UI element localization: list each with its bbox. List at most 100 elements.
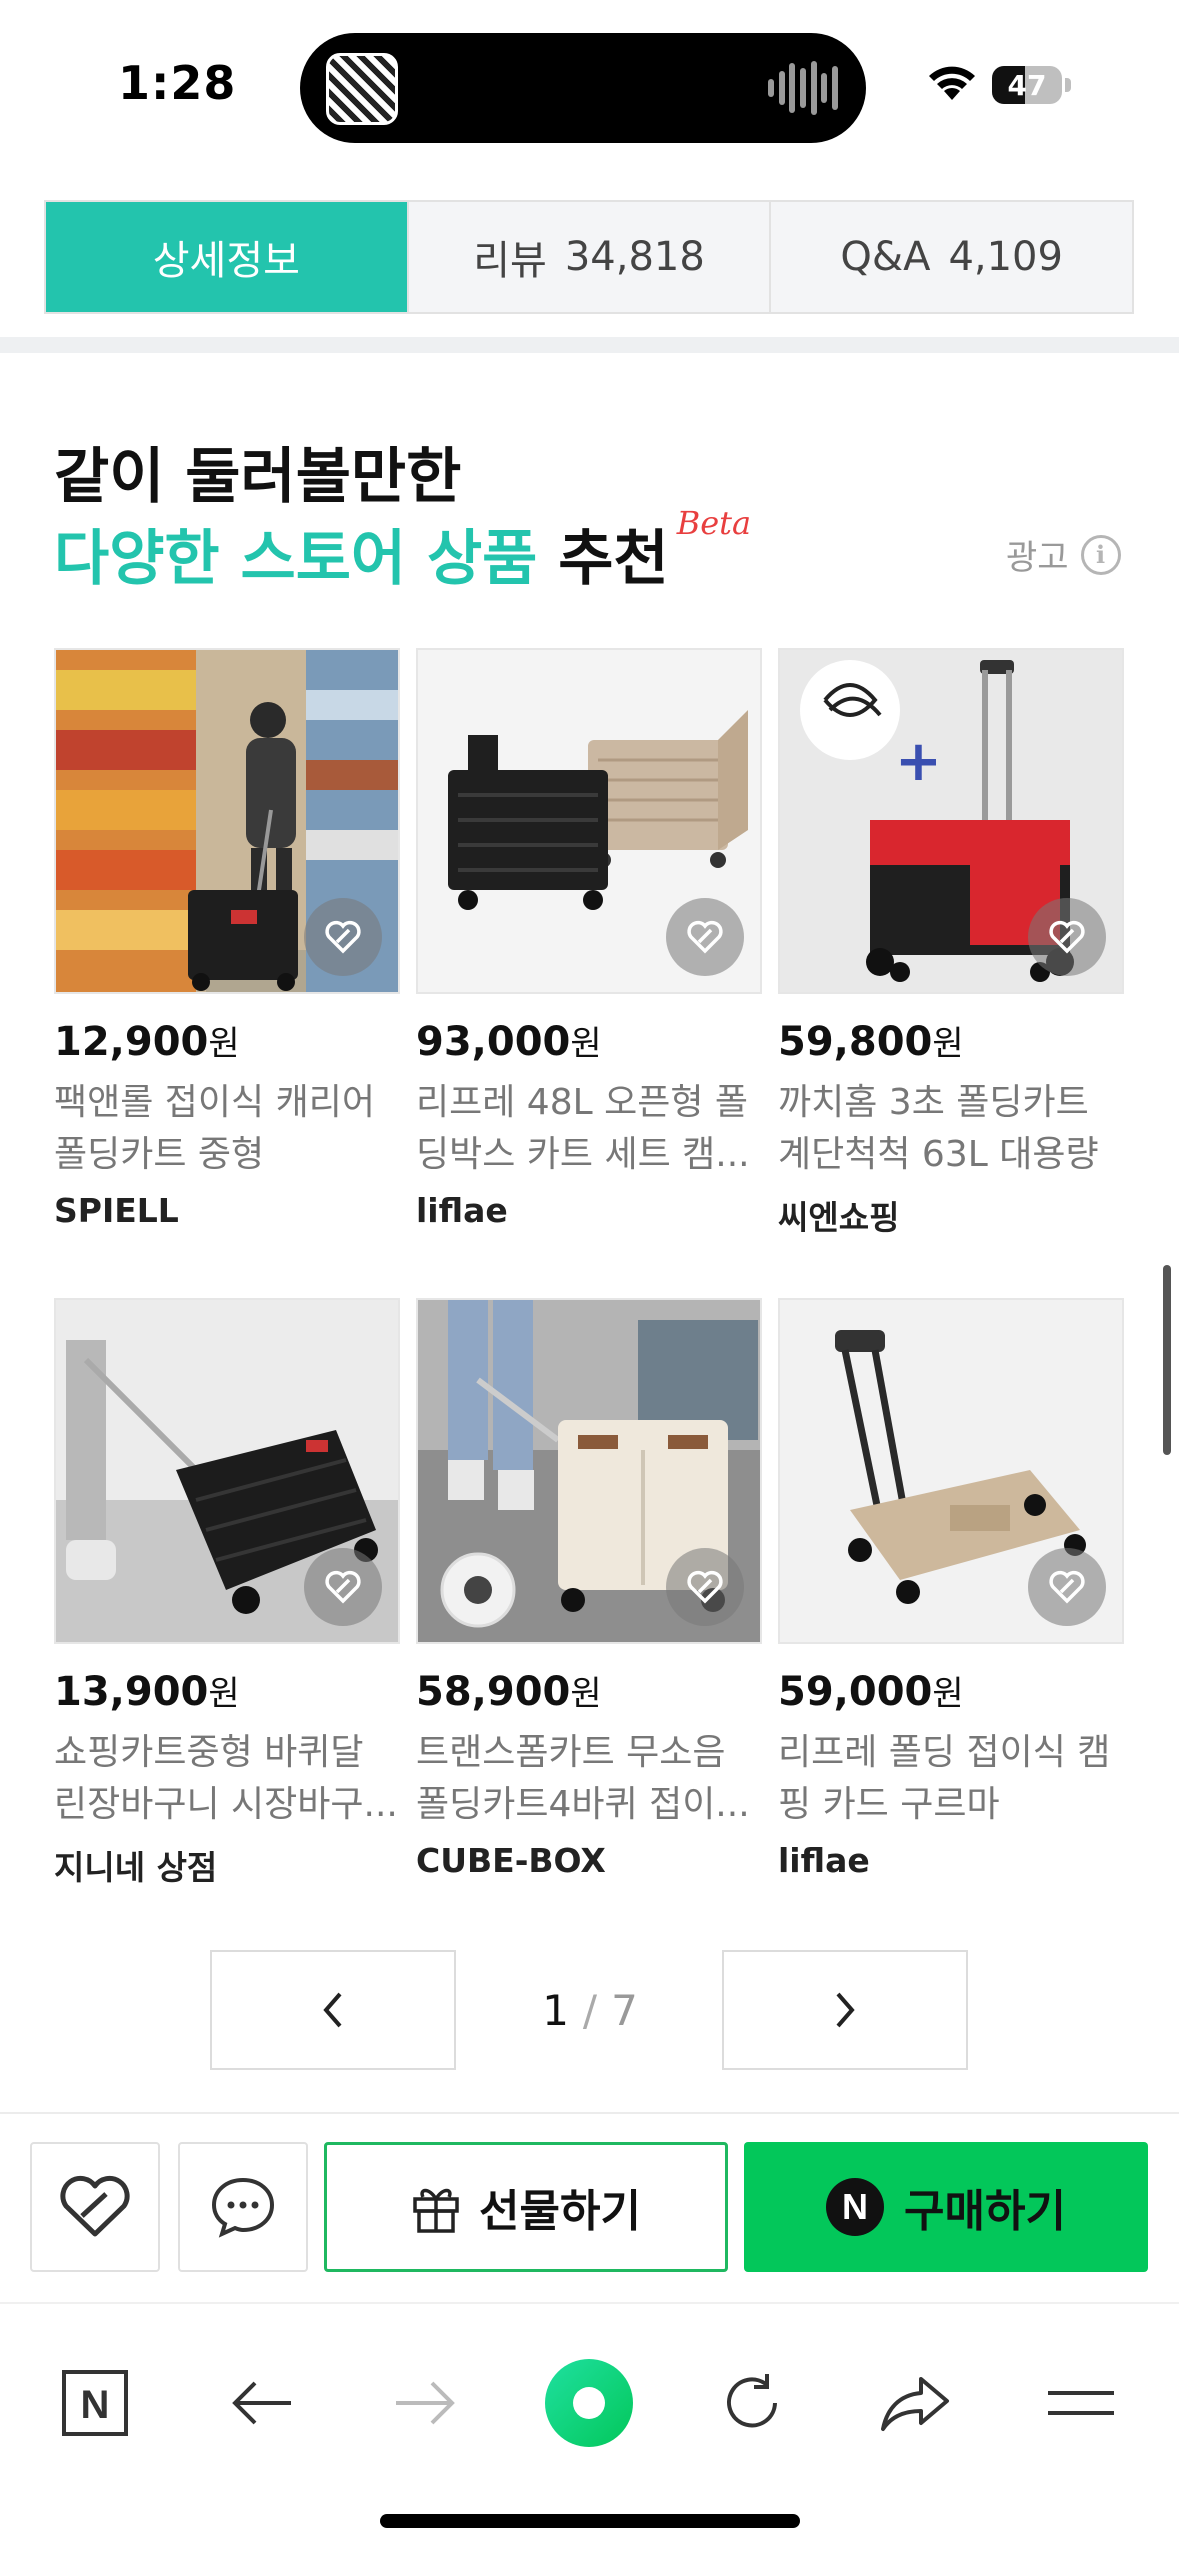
audio-waveform-icon xyxy=(768,61,838,115)
product-image[interactable] xyxy=(54,648,400,994)
tab-label: Q&A xyxy=(840,234,931,280)
battery-icon: 47 xyxy=(992,66,1062,104)
store-name: 지니네 상점 xyxy=(54,1848,218,1887)
heart-icon xyxy=(687,1570,723,1604)
share-arrow-icon xyxy=(881,2377,949,2431)
naver-logo-text: N xyxy=(81,2383,110,2427)
heart-icon xyxy=(60,2175,130,2237)
tab-count: 34,818 xyxy=(564,234,705,280)
wishlist-button[interactable] xyxy=(304,1548,382,1626)
status-time: 1:28 xyxy=(118,56,237,110)
green-dot-icon xyxy=(545,2359,633,2447)
naver-pay-logo: N xyxy=(826,2178,885,2236)
product-name: 까치홈 3초 폴딩카트 계단척척 63L 대용량 xyxy=(778,1082,1099,1175)
pager-total: 7 xyxy=(611,1985,638,2035)
wishlist-button[interactable] xyxy=(666,898,744,976)
product-price: 12,900원 xyxy=(54,1019,240,1065)
home-indicator[interactable] xyxy=(380,2514,800,2528)
now-playing-artwork xyxy=(326,53,398,125)
heart-icon xyxy=(687,920,723,954)
buy-button[interactable]: N 구매하기 xyxy=(744,2142,1148,2272)
product-card[interactable]: 59,000원 리프레 폴딩 접이식 캠핑 카드 구르마 liflae xyxy=(778,1298,1124,1880)
recommend-title-accent: 다양한 스토어 상품 xyxy=(54,524,538,594)
ad-label[interactable]: 광고 i xyxy=(1006,530,1121,579)
refresh-icon xyxy=(727,2374,777,2428)
beta-badge: Beta xyxy=(676,504,752,542)
product-name: 쇼핑카트중형 바퀴달 린장바구니 시장바구... xyxy=(54,1732,398,1825)
heart-icon xyxy=(1049,920,1085,954)
ad-text: 광고 xyxy=(1006,538,1069,578)
product-price: 58,900원 xyxy=(416,1669,602,1715)
tab-reviews[interactable]: 리뷰 34,818 xyxy=(409,202,772,312)
naver-logo-icon: N xyxy=(62,2370,128,2436)
product-name: 트랜스폼카트 무소음 폴딩카트4바퀴 접이... xyxy=(416,1732,750,1825)
section-divider xyxy=(0,337,1179,353)
tab-count: 4,109 xyxy=(948,234,1063,280)
store-name: SPIELL xyxy=(54,1191,179,1230)
store-name: CUBE-BOX xyxy=(416,1841,606,1880)
green-dot-button[interactable] xyxy=(534,2348,644,2458)
wishlist-main-button[interactable] xyxy=(30,2142,160,2272)
product-card[interactable]: + 59,800원 까치홈 3초 폴딩카트 계단척척 63L 대용량 씨엔쇼핑 xyxy=(778,648,1124,1239)
pager-indicator: 1 / 7 xyxy=(500,1950,680,2070)
naver-home-button[interactable]: N xyxy=(40,2348,150,2458)
product-tabs: 상세정보 리뷰 34,818 Q&A 4,109 xyxy=(44,200,1134,314)
wishlist-button[interactable] xyxy=(1028,898,1106,976)
product-image[interactable]: + xyxy=(778,648,1124,994)
product-name: 리프레 48L 오픈형 폴 딩박스 카트 세트 캠... xyxy=(416,1082,750,1175)
product-image[interactable] xyxy=(416,648,762,994)
battery-level: 47 xyxy=(1007,68,1047,102)
tab-detail-info[interactable]: 상세정보 xyxy=(46,202,409,312)
wishlist-button[interactable] xyxy=(666,1548,744,1626)
product-price: 93,000원 xyxy=(416,1019,602,1065)
arrow-left-icon xyxy=(232,2381,291,2425)
arrow-right-icon xyxy=(396,2381,455,2425)
forward-button[interactable] xyxy=(370,2348,480,2458)
product-price: 59,000원 xyxy=(778,1669,964,1715)
store-name: liflae xyxy=(416,1191,508,1230)
product-card[interactable]: 58,900원 트랜스폼카트 무소음 폴딩카트4바퀴 접이... CUBE-BOX xyxy=(416,1298,762,1880)
back-button[interactable] xyxy=(207,2348,317,2458)
wishlist-button[interactable] xyxy=(1028,1548,1106,1626)
talk-talk-button[interactable] xyxy=(178,2142,308,2272)
recommend-title-line2: 다양한 스토어 상품 추천Beta xyxy=(54,504,751,597)
store-name: liflae xyxy=(778,1841,870,1880)
scroll-indicator[interactable] xyxy=(1163,1265,1171,1455)
wifi-icon xyxy=(929,66,975,100)
recommend-title-rest: 추천 xyxy=(537,524,669,594)
svg-text:+: + xyxy=(895,729,942,794)
chat-bubble-icon xyxy=(211,2177,275,2238)
dynamic-island[interactable] xyxy=(300,33,866,143)
pager-separator: / xyxy=(582,1985,598,2035)
chevron-right-icon xyxy=(836,1992,855,2028)
store-name: 씨엔쇼핑 xyxy=(778,1198,900,1237)
share-button[interactable] xyxy=(860,2348,970,2458)
pager-current: 1 xyxy=(542,1985,569,2035)
product-price: 13,900원 xyxy=(54,1669,240,1715)
gift-button[interactable]: 선물하기 xyxy=(324,2142,728,2272)
product-price: 59,800원 xyxy=(778,1019,964,1065)
recommend-title-line1: 같이 둘러볼만한 xyxy=(54,442,462,512)
product-image[interactable] xyxy=(416,1298,762,1644)
gift-label: 선물하기 xyxy=(479,2186,641,2237)
product-card[interactable]: 13,900원 쇼핑카트중형 바퀴달 린장바구니 시장바구... 지니네 상점 xyxy=(54,1298,400,1889)
info-icon: i xyxy=(1080,534,1121,575)
tab-label: 상세정보 xyxy=(152,238,300,284)
buy-label: 구매하기 xyxy=(904,2186,1066,2237)
product-card[interactable]: 12,900원 팩앤롤 접이식 캐리어 폴딩카트 중형 SPIELL xyxy=(54,648,400,1230)
product-image[interactable] xyxy=(54,1298,400,1644)
tab-label: 리뷰 xyxy=(473,238,547,284)
status-bar: 1:28 47 xyxy=(0,0,1179,170)
product-name: 리프레 폴딩 접이식 캠핑 카드 구르마 xyxy=(778,1732,1111,1825)
gift-icon xyxy=(413,2188,459,2233)
pager-prev-button[interactable] xyxy=(210,1950,456,2070)
pager-next-button[interactable] xyxy=(722,1950,968,2070)
wishlist-button[interactable] xyxy=(304,898,382,976)
menu-button[interactable] xyxy=(1026,2348,1136,2458)
heart-icon xyxy=(1049,1570,1085,1604)
tab-qna[interactable]: Q&A 4,109 xyxy=(771,202,1132,312)
heart-icon xyxy=(325,920,361,954)
refresh-button[interactable] xyxy=(697,2348,807,2458)
product-card[interactable]: 93,000원 리프레 48L 오픈형 폴 딩박스 카트 세트 캠... lifl… xyxy=(416,648,762,1230)
product-image[interactable] xyxy=(778,1298,1124,1644)
